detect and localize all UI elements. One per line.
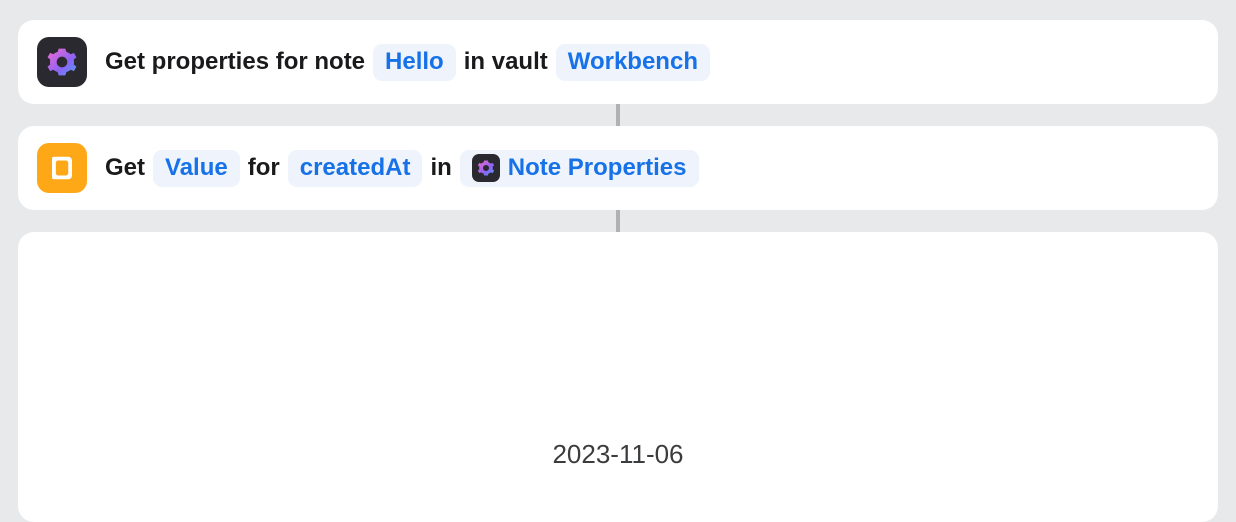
action-step-get-value[interactable]: Get Value for createdAt in Note Pro	[18, 126, 1218, 210]
result-value: 2023-11-06	[552, 439, 683, 470]
token-source-label: Note Properties	[508, 154, 687, 182]
flow-connector	[616, 210, 620, 232]
token-vault-name[interactable]: Workbench	[556, 44, 710, 81]
shortcut-flow: Get properties for note Hello in vault W…	[18, 20, 1218, 522]
token-source[interactable]: Note Properties	[460, 150, 699, 187]
action-description: Get Value for createdAt in Note Pro	[105, 150, 699, 187]
action-description: Get properties for note Hello in vault W…	[105, 44, 710, 81]
gear-icon	[37, 37, 87, 87]
text-fragment: in vault	[464, 48, 548, 76]
dictionary-icon	[37, 143, 87, 193]
token-get-what[interactable]: Value	[153, 150, 240, 187]
text-fragment: Get	[105, 154, 145, 182]
token-note-name[interactable]: Hello	[373, 44, 456, 81]
flow-connector	[616, 104, 620, 126]
text-fragment: Get properties for note	[105, 48, 365, 76]
token-key[interactable]: createdAt	[288, 150, 423, 187]
result-panel: 2023-11-06	[18, 232, 1218, 522]
action-step-get-properties[interactable]: Get properties for note Hello in vault W…	[18, 20, 1218, 104]
text-fragment: in	[430, 154, 451, 182]
text-fragment: for	[248, 154, 280, 182]
gear-icon	[472, 154, 500, 182]
